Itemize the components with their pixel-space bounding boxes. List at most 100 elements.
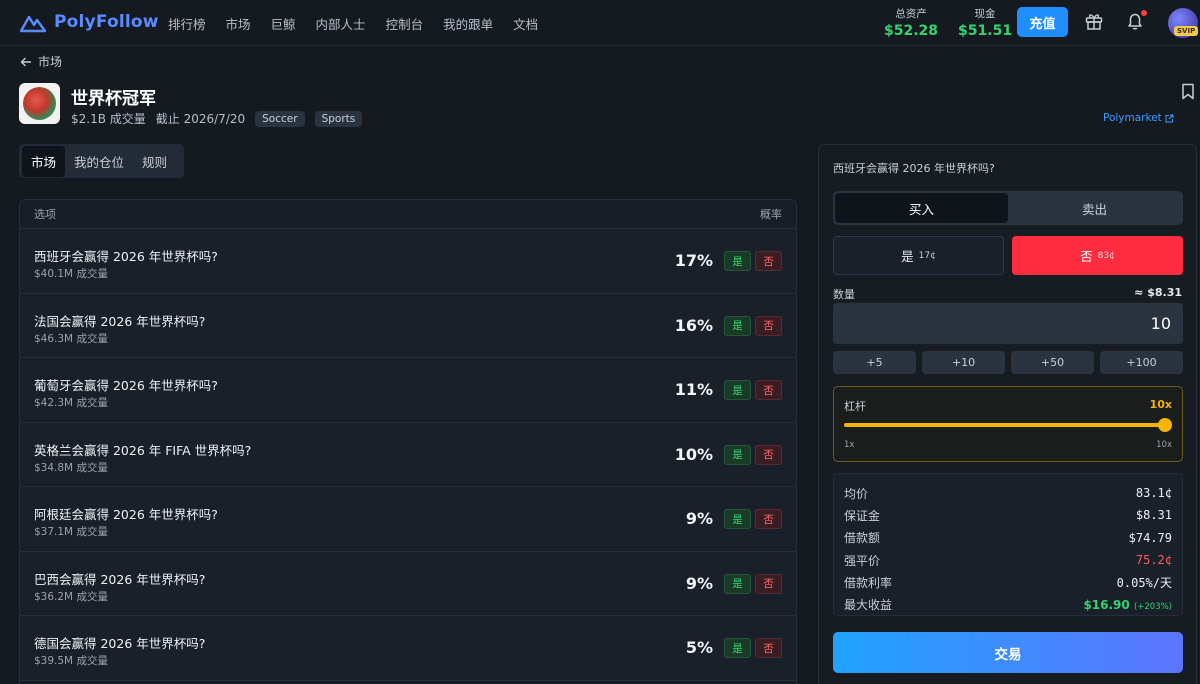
quick-add-50-button[interactable]: +50	[1011, 351, 1094, 374]
margin-label: 保证金	[844, 508, 881, 523]
leverage-slider-track[interactable]	[844, 423, 1167, 427]
nav-my-copy-trades[interactable]: 我的跟单	[443, 14, 493, 33]
quantity-input[interactable]	[833, 303, 1183, 344]
liquidation-label: 强平价	[844, 553, 881, 568]
nav-docs[interactable]: 文档	[513, 14, 538, 33]
outcome-yes-button[interactable]: 是 17¢	[833, 236, 1004, 275]
polymarket-link[interactable]: Polymarket	[1103, 112, 1174, 124]
quick-add-100-button[interactable]: +100	[1100, 351, 1183, 374]
column-probability: 概率	[760, 208, 782, 221]
top-navigation-bar: PolyFollow 排行榜 市场 巨鲸 内部人士 控制台 我的跟单 文档 总资…	[0, 0, 1200, 46]
quick-add-5-button[interactable]: +5	[833, 351, 916, 374]
tag-sports[interactable]: Sports	[314, 110, 363, 127]
market-title: 阿根廷会赢得 2026 年世界杯吗?	[34, 507, 218, 522]
buy-yes-button[interactable]: 是	[724, 251, 751, 271]
table-row[interactable]: 西班牙会赢得 2026 年世界杯吗? $40.1M 成交量 17% 是否	[20, 229, 796, 294]
buy-no-button[interactable]: 否	[755, 638, 782, 658]
nav-whales[interactable]: 巨鲸	[271, 14, 296, 33]
tab-markets[interactable]: 市场	[22, 145, 66, 177]
brand-logo-link[interactable]: PolyFollow	[20, 11, 159, 33]
table-row[interactable]: 阿根廷会赢得 2026 年世界杯吗? $37.1M 成交量 9% 是否	[20, 487, 796, 552]
market-title: 西班牙会赢得 2026 年世界杯吗?	[34, 249, 218, 264]
market-title: 葡萄牙会赢得 2026 年世界杯吗?	[34, 378, 218, 393]
leverage-slider-thumb[interactable]	[1158, 418, 1172, 432]
cash-balance: 现金 $51.51	[958, 6, 1012, 39]
table-row[interactable]: 英格兰会赢得 2026 年 FIFA 世界杯吗? $34.8M 成交量 10% 是否	[20, 422, 796, 487]
topup-button[interactable]: 充值	[1017, 7, 1068, 37]
max-profit-percent: (+203%)	[1133, 601, 1172, 612]
quick-add-10-button[interactable]: +10	[922, 351, 1005, 374]
total-assets-value: $52.28	[884, 23, 939, 39]
trade-button[interactable]: 交易	[833, 632, 1183, 673]
buy-no-button[interactable]: 否	[755, 573, 782, 594]
market-probability: 10%	[674, 444, 713, 464]
total-assets: 总资产 $52.28	[884, 6, 938, 39]
buy-tab[interactable]: 买入	[835, 193, 1008, 223]
market-probability: 9%	[685, 509, 713, 528]
borrow-label: 借款额	[844, 531, 881, 546]
max-profit-label: 最大收益	[844, 598, 893, 613]
selected-market-question: 西班牙会赢得 2026 年世界杯吗?	[833, 162, 995, 175]
mountain-logo-icon	[20, 15, 46, 33]
event-title: 世界杯冠军	[71, 89, 156, 109]
buy-yes-button[interactable]: 是	[724, 638, 751, 658]
nav-markets[interactable]: 市场	[226, 14, 251, 33]
buy-no-button[interactable]: 否	[755, 251, 782, 271]
gift-icon[interactable]	[1084, 11, 1104, 31]
table-row[interactable]: 葡萄牙会赢得 2026 年世界杯吗? $42.3M 成交量 11% 是否	[20, 358, 796, 423]
market-title: 法国会赢得 2026 年世界杯吗?	[34, 313, 206, 329]
market-volume: $42.3M 成交量	[34, 397, 108, 409]
buy-yes-button[interactable]: 是	[724, 509, 751, 529]
brand-name: PolyFollow	[54, 12, 159, 32]
liquidation-value: 75.2¢	[1135, 553, 1172, 568]
sell-tab[interactable]: 卖出	[1008, 193, 1181, 223]
buy-no-button[interactable]: 否	[755, 509, 782, 529]
summary-borrow: 借款额 $74.79	[844, 527, 1172, 549]
event-meta: $2.1B 成交量 截止 2026/7/20 Soccer Sports	[71, 110, 363, 127]
buy-yes-button[interactable]: 是	[724, 444, 751, 465]
market-title: 英格兰会赢得 2026 年 FIFA 世界杯吗?	[34, 442, 252, 458]
buy-no-button[interactable]: 否	[755, 315, 782, 336]
balances: 总资产 $52.28 现金 $51.51	[884, 6, 1012, 39]
outcome-yes-label: 是	[901, 249, 914, 264]
event-tabs: 市场 我的仓位 规则	[19, 144, 184, 178]
max-profit-value: $16.90	[1083, 597, 1130, 612]
table-row[interactable]: 法国会赢得 2026 年世界杯吗? $46.3M 成交量 16% 是否	[20, 293, 796, 358]
quantity-estimate: ≈ $8.31	[1134, 286, 1182, 299]
nav-insiders[interactable]: 内部人士	[316, 14, 366, 33]
buy-no-button[interactable]: 否	[755, 380, 782, 400]
table-row[interactable]: 巴西会赢得 2026 年世界杯吗? $36.2M 成交量 9% 是否	[20, 551, 796, 616]
tab-my-positions[interactable]: 我的仓位	[65, 146, 133, 177]
buy-no-button[interactable]: 否	[755, 444, 782, 465]
borrow-value: $74.79	[1128, 530, 1172, 545]
nav-leaderboard[interactable]: 排行榜	[168, 14, 206, 33]
polymarket-link-label: Polymarket	[1103, 112, 1162, 124]
buy-yes-button[interactable]: 是	[724, 573, 751, 594]
total-assets-label: 总资产	[895, 8, 927, 20]
table-row[interactable]: 德国会赢得 2026 年世界杯吗? $39.5M 成交量 5% 是否	[20, 616, 796, 681]
leverage-min-label: 1x	[844, 440, 855, 450]
column-option: 选项	[34, 208, 56, 221]
nav-console[interactable]: 控制台	[386, 14, 424, 33]
outcome-no-price: 83¢	[1097, 250, 1115, 261]
buy-sell-toggle: 买入 卖出	[833, 191, 1183, 225]
back-label: 市场	[38, 55, 63, 69]
borrow-rate-label: 借款利率	[844, 575, 893, 590]
cash-value: $51.51	[958, 23, 1013, 39]
borrow-rate-value: 0.05%/天	[1116, 575, 1172, 590]
tag-soccer[interactable]: Soccer	[255, 110, 305, 127]
market-probability: 16%	[674, 315, 713, 335]
market-volume: $37.1M 成交量	[34, 526, 108, 538]
back-to-markets-link[interactable]: 市场	[20, 53, 62, 70]
outcome-no-button[interactable]: 否 83¢	[1012, 236, 1183, 275]
tab-rules[interactable]: 规则	[133, 146, 176, 177]
summary-borrow-rate: 借款利率 0.05%/天	[844, 571, 1172, 593]
event-deadline: 截止 2026/7/20	[155, 112, 246, 126]
buy-yes-button[interactable]: 是	[724, 380, 751, 400]
event-volume: $2.1B 成交量	[71, 112, 146, 126]
bookmark-icon[interactable]	[1181, 83, 1195, 100]
buy-yes-button[interactable]: 是	[724, 315, 751, 336]
market-probability: 17%	[674, 251, 713, 270]
summary-margin: 保证金 $8.31	[844, 504, 1172, 526]
summary-avg-price: 均价 83.1¢	[844, 482, 1172, 504]
